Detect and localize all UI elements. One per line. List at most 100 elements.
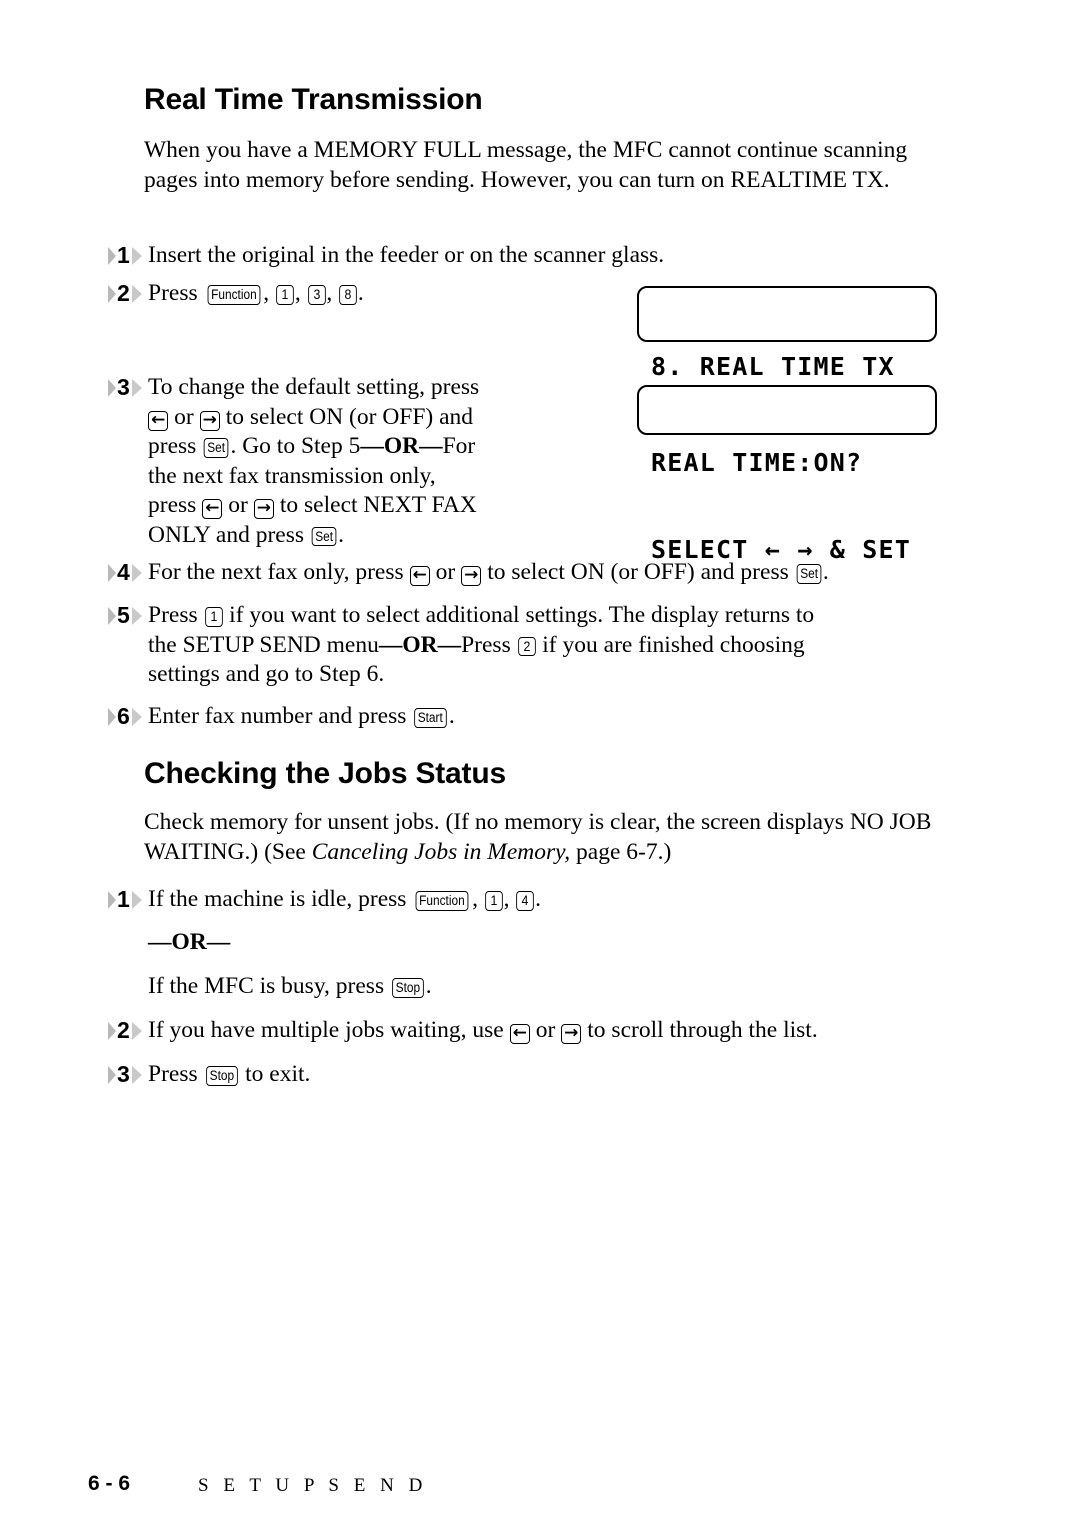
key-function[interactable]: Function	[415, 891, 469, 911]
step-text: If you have multiple jobs waiting, use ←…	[148, 1016, 818, 1046]
step-line-6-tail: .	[338, 521, 345, 548]
key-4[interactable]: 4	[516, 891, 534, 911]
key-set[interactable]: Set	[796, 564, 822, 584]
step-text-part-1: If the machine is idle, press	[148, 886, 407, 912]
step-number: 3	[117, 1061, 130, 1087]
step-text: Insert the original in the feeder or on …	[148, 242, 665, 268]
triangle-right-icon	[131, 1066, 142, 1084]
triangle-right-icon	[131, 564, 142, 582]
step-text-part-2: .	[535, 886, 542, 912]
section-heading-checking-the-jobs-status: Checking the Jobs Status	[144, 757, 506, 790]
step-line-6-pre: ONLY and press	[148, 521, 305, 548]
step-item: 3 Press Stop to exit.	[108, 1060, 708, 1090]
key-set[interactable]: Set	[311, 526, 337, 546]
or-emphasis: —OR—	[360, 433, 443, 459]
key-8[interactable]: 8	[339, 285, 357, 305]
footer-page-number: 6 - 6	[88, 1472, 131, 1495]
step-text: Press Function, 1, 3, 8.	[148, 280, 364, 306]
key-function[interactable]: Function	[207, 285, 260, 305]
intro-part-2: page 6-7.)	[570, 838, 672, 865]
manual-page: Real Time Transmission When you have a M…	[0, 0, 1080, 1529]
step-line-3-tail: For	[442, 433, 476, 459]
step-marker: 1	[108, 241, 148, 270]
key-1[interactable]: 1	[204, 607, 223, 627]
step-text-part-1: If you have multiple jobs waiting, use	[148, 1017, 504, 1043]
triangle-left-icon	[108, 607, 116, 625]
intro-paragraph-jobs-status: Check memory for unsent jobs. (If no mem…	[144, 808, 944, 867]
triangle-right-icon	[131, 285, 142, 303]
step-number: 5	[117, 602, 130, 628]
triangle-left-icon	[108, 285, 116, 303]
step-line-2-tail: to select ON (or OFF) and	[225, 403, 474, 430]
step-text: Press Stop to exit.	[148, 1060, 310, 1090]
key-stop[interactable]: Stop	[392, 978, 424, 998]
step-item: 1 If the machine is idle, press Function…	[108, 885, 808, 915]
triangle-left-icon	[108, 379, 116, 397]
step-text-part-2: .	[448, 703, 455, 729]
step-item: 5 Press 1 if you want to select addition…	[108, 601, 968, 690]
press-label-2: Press	[461, 631, 511, 658]
step-marker: 3	[108, 1060, 148, 1089]
key-stop[interactable]: Stop	[205, 1066, 238, 1086]
step-marker: 3	[108, 373, 148, 402]
step-text: If the machine is idle, press Function, …	[148, 886, 542, 912]
step-line-4: the next fax transmission only,	[148, 462, 436, 489]
triangle-left-icon	[108, 564, 116, 582]
key-3[interactable]: 3	[307, 285, 326, 305]
step-number: 6	[117, 703, 130, 729]
step-text-part-6: settings and go to Step 6.	[148, 661, 385, 687]
step-number: 2	[117, 1017, 130, 1043]
lcd-line-1: REAL TIME:ON?	[651, 448, 863, 477]
step-marker: 2	[108, 1016, 148, 1045]
conjunction-or: or	[535, 1017, 556, 1043]
step-number: 1	[117, 242, 130, 268]
lcd-display-real-time-tx: 8. REAL TIME TX	[637, 286, 937, 381]
key-1[interactable]: 1	[276, 285, 294, 305]
step-text-part-1: Enter fax number and press	[148, 703, 407, 729]
step-item: 2 Press Function, 1, 3, 8.	[108, 279, 608, 309]
key-2[interactable]: 2	[517, 636, 536, 656]
intro-italic-reference: Canceling Jobs in Memory,	[311, 838, 571, 865]
or-divider: —OR—	[148, 929, 231, 955]
intro-paragraph-real-time: When you have a MEMORY FULL message, the…	[144, 137, 908, 193]
press-label: press	[148, 433, 197, 459]
lcd-display-real-time-on: REAL TIME:ON? SELECT ← → & SET	[637, 385, 937, 564]
step-text-part-1: For the next fax only, press	[148, 559, 404, 585]
step-text-part-4: .	[822, 559, 829, 585]
conjunction-or: or	[174, 403, 194, 430]
step-number: 1	[117, 886, 130, 912]
step-item: 2 If you have multiple jobs waiting, use…	[108, 1016, 968, 1046]
triangle-right-icon	[131, 1022, 142, 1040]
arrow-left-key[interactable]: ←	[202, 499, 223, 519]
step-text: To change the default setting, press ← or…	[148, 373, 618, 550]
conjunction-or-2: or	[228, 492, 248, 518]
triangle-right-icon	[131, 379, 142, 397]
step-text: Enter fax number and press Start.	[148, 702, 455, 732]
busy-instruction-line: If the MFC is busy, press Stop.	[148, 972, 848, 1002]
arrow-right-key[interactable]: →	[199, 410, 220, 431]
key-1[interactable]: 1	[485, 891, 503, 911]
triangle-right-icon	[131, 708, 142, 726]
step-item: 3 To change the default setting, press ← …	[108, 373, 628, 550]
step-line-3-mid: . Go to Step 5	[230, 433, 361, 459]
key-set[interactable]: Set	[203, 438, 229, 458]
step-text-part-2: if you want to select additional setting…	[229, 602, 815, 628]
footer-section-title: S E T U P S E N D	[198, 1475, 428, 1496]
or-emphasis: —OR—	[378, 631, 462, 658]
step-marker: 2	[108, 279, 148, 308]
triangle-right-icon	[131, 607, 142, 625]
step-text-part-2: to exit.	[245, 1061, 311, 1087]
step-text: Press 1 if you want to select additional…	[148, 601, 958, 690]
arrow-left-key[interactable]: ←	[509, 1024, 530, 1044]
press-label: Press	[148, 1061, 198, 1087]
arrow-left-key[interactable]: ←	[148, 410, 169, 431]
arrow-right-key[interactable]: →	[253, 499, 274, 519]
step-item: 1 Insert the original in the feeder or o…	[108, 241, 948, 271]
arrow-left-key[interactable]: ←	[409, 566, 430, 586]
key-start[interactable]: Start	[414, 708, 447, 728]
step-text-part-5: if you are finished choosing	[542, 631, 805, 658]
arrow-right-key[interactable]: →	[461, 566, 482, 586]
press-label: Press	[148, 280, 198, 306]
arrow-right-key[interactable]: →	[561, 1024, 582, 1044]
step-number: 4	[117, 559, 130, 585]
